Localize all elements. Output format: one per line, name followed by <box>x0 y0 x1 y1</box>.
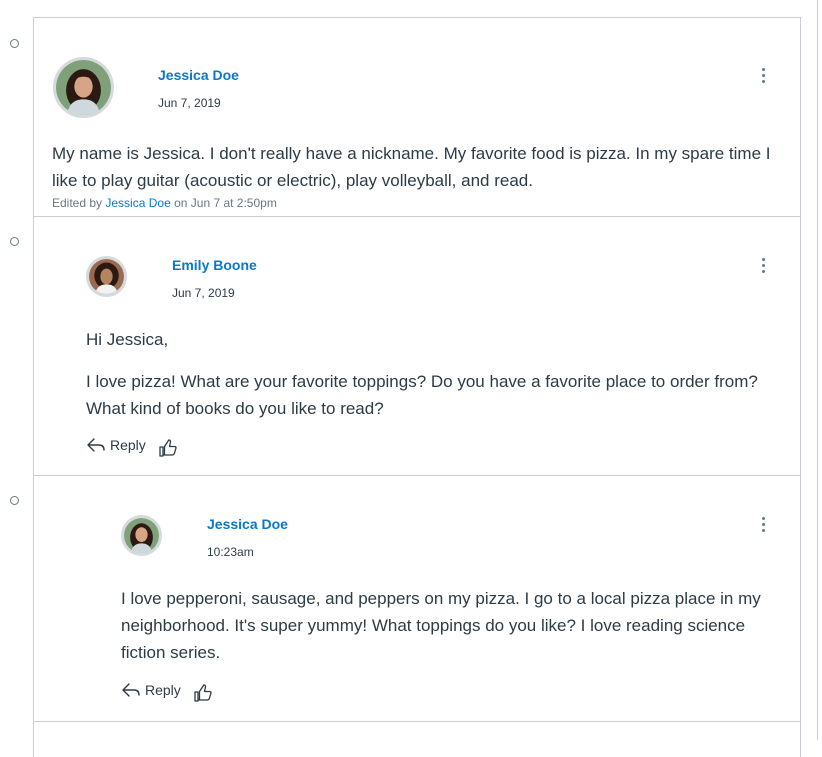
edited-prefix: Edited by <box>52 196 106 210</box>
kebab-menu-icon[interactable] <box>762 68 766 86</box>
avatar[interactable] <box>121 515 162 556</box>
post-body: My name is Jessica. I don't really have … <box>52 140 782 194</box>
post-author-link[interactable]: Emily Boone <box>172 257 257 273</box>
post-body: I love pepperoni, sausage, and peppers o… <box>121 585 793 666</box>
post-paragraph: I love pepperoni, sausage, and peppers o… <box>121 589 761 662</box>
thumbs-up-icon <box>159 439 177 457</box>
kebab-menu-icon[interactable] <box>762 258 766 276</box>
post-date: Jun 7, 2019 <box>158 96 221 110</box>
edited-author-link[interactable]: Jessica Doe <box>105 196 170 210</box>
like-button[interactable] <box>158 438 178 458</box>
post-body: Hi Jessica, I love pizza! What are your … <box>86 326 776 422</box>
page-edge-rule <box>817 0 818 740</box>
post-paragraph: I love pizza! What are your favorite top… <box>86 372 758 418</box>
reply-arrow-icon <box>122 683 140 697</box>
unread-indicator-icon[interactable] <box>10 496 19 505</box>
post-paragraph: Hi Jessica, <box>86 330 169 349</box>
unread-indicator-icon[interactable] <box>10 237 19 246</box>
post-date: 10:23am <box>207 545 254 559</box>
post-paragraph: My name is Jessica. I don't really have … <box>52 144 771 190</box>
avatar[interactable] <box>86 256 127 297</box>
post-divider <box>33 475 801 476</box>
post-divider <box>33 216 801 217</box>
post-divider <box>33 721 801 722</box>
kebab-menu-icon[interactable] <box>762 517 766 535</box>
reply-arrow-icon <box>87 438 105 452</box>
reply-button[interactable]: Reply <box>121 682 181 698</box>
avatar[interactable] <box>53 57 114 118</box>
reply-label: Reply <box>110 437 146 453</box>
like-button[interactable] <box>193 683 213 703</box>
reply-label: Reply <box>145 682 181 698</box>
post-date: Jun 7, 2019 <box>172 286 235 300</box>
unread-indicator-icon[interactable] <box>10 39 19 48</box>
thumbs-up-icon <box>194 684 212 702</box>
edited-suffix: on Jun 7 at 2:50pm <box>170 196 277 210</box>
edited-note: Edited by Jessica Doe on Jun 7 at 2:50pm <box>52 196 277 210</box>
reply-button[interactable]: Reply <box>86 437 146 453</box>
post-author-link[interactable]: Jessica Doe <box>207 516 288 532</box>
post-author-link[interactable]: Jessica Doe <box>158 67 239 83</box>
